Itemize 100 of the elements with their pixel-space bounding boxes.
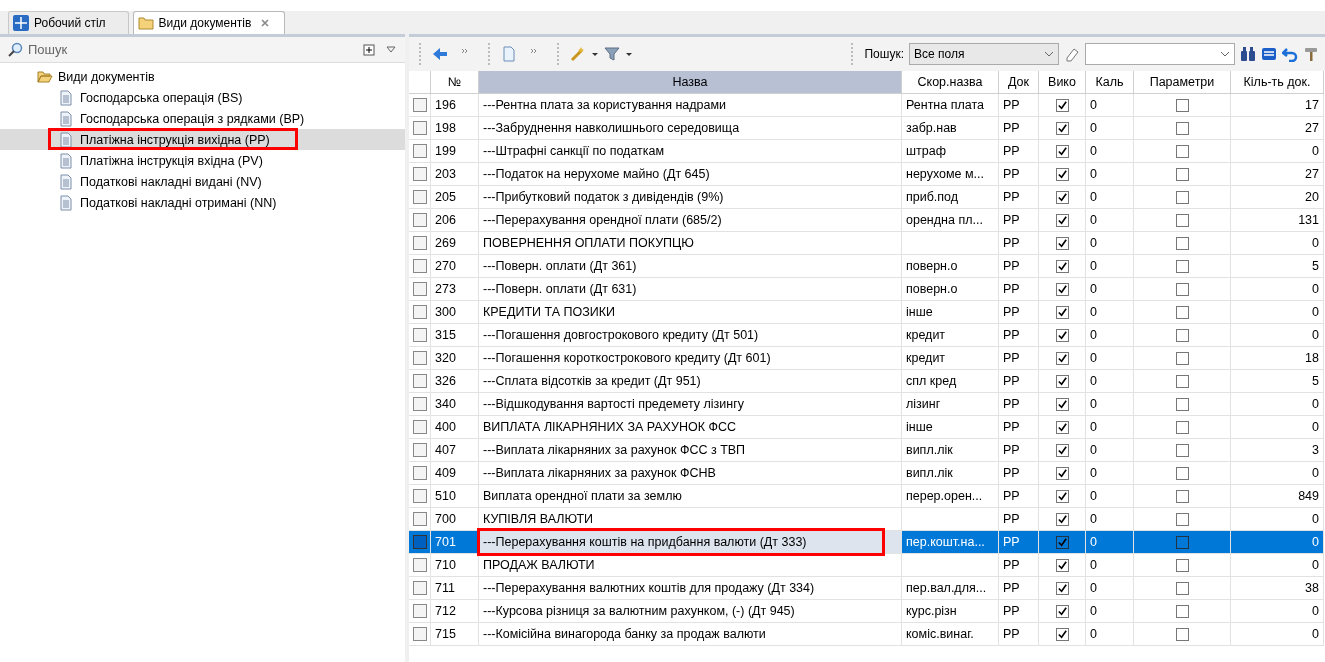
row-selector[interactable]	[412, 305, 427, 319]
checkbox[interactable]	[1175, 489, 1189, 503]
checkbox[interactable]	[1175, 328, 1189, 342]
checkbox[interactable]	[1055, 604, 1069, 618]
list-icon[interactable]	[1261, 46, 1277, 62]
binoculars-icon[interactable]	[1240, 46, 1256, 62]
checkbox[interactable]	[1055, 627, 1069, 641]
checkbox[interactable]	[1175, 167, 1189, 181]
checkbox[interactable]	[1175, 443, 1189, 457]
checkbox[interactable]	[1175, 535, 1189, 549]
checkbox[interactable]	[1175, 98, 1189, 112]
row-selector[interactable]	[412, 328, 427, 342]
row-selector[interactable]	[412, 190, 427, 204]
back-arrow-icon[interactable]	[432, 46, 448, 62]
row-selector[interactable]	[412, 259, 427, 273]
checkbox[interactable]	[1055, 305, 1069, 319]
row-selector[interactable]	[412, 167, 427, 181]
hammer-icon[interactable]	[1303, 46, 1319, 62]
checkbox[interactable]	[1175, 282, 1189, 296]
checkbox[interactable]	[1175, 420, 1189, 434]
checkbox[interactable]	[1175, 581, 1189, 595]
checkbox[interactable]	[1055, 420, 1069, 434]
search-scope-dropdown[interactable]: Все поля	[909, 43, 1059, 65]
checkbox[interactable]	[1175, 512, 1189, 526]
tree-item[interactable]: Платіжна інструкція вхідна (PV)	[0, 150, 405, 171]
row-selector[interactable]	[412, 374, 427, 388]
checkbox[interactable]	[1175, 627, 1189, 641]
filter-icon[interactable]	[604, 46, 620, 62]
row-selector[interactable]	[412, 351, 427, 365]
column-header[interactable]: Параметри	[1134, 71, 1231, 94]
row-selector[interactable]	[412, 558, 427, 572]
checkbox[interactable]	[1055, 535, 1069, 549]
tab[interactable]: Види документів	[132, 11, 286, 34]
more-icon[interactable]	[530, 47, 538, 55]
checkbox[interactable]	[1055, 328, 1069, 342]
checkbox[interactable]	[1175, 374, 1189, 388]
checkbox[interactable]	[1055, 489, 1069, 503]
tree-node[interactable]: Види документів	[0, 67, 405, 87]
checkbox[interactable]	[1175, 144, 1189, 158]
checkbox[interactable]	[1055, 190, 1069, 204]
row-selector[interactable]	[412, 98, 427, 112]
column-header[interactable]: Скор.назва	[902, 71, 999, 94]
column-header[interactable]: №	[431, 71, 479, 94]
checkbox[interactable]	[1055, 259, 1069, 273]
row-selector[interactable]	[412, 466, 427, 480]
checkbox[interactable]	[1055, 581, 1069, 595]
checkbox[interactable]	[1175, 259, 1189, 273]
checkbox[interactable]	[1055, 144, 1069, 158]
expand-all-icon[interactable]	[363, 43, 375, 56]
checkbox[interactable]	[1175, 236, 1189, 250]
tree-item[interactable]: Податкові накладні отримані (NN)	[0, 192, 405, 213]
tree-item[interactable]: Господарська операція з рядками (BP)	[0, 108, 405, 129]
checkbox[interactable]	[1055, 282, 1069, 296]
row-selector[interactable]	[412, 236, 427, 250]
column-header[interactable]: Назва	[479, 71, 902, 94]
checkbox[interactable]	[1175, 305, 1189, 319]
row-selector[interactable]	[412, 627, 427, 641]
undo-icon[interactable]	[1282, 46, 1298, 62]
caret-icon[interactable]	[625, 50, 633, 58]
checkbox[interactable]	[1055, 236, 1069, 250]
checkbox[interactable]	[1055, 98, 1069, 112]
row-selector[interactable]	[412, 581, 427, 595]
checkbox[interactable]	[1055, 374, 1069, 388]
checkbox[interactable]	[1055, 397, 1069, 411]
search-field[interactable]	[1085, 43, 1235, 65]
checkbox[interactable]	[1055, 351, 1069, 365]
checkbox[interactable]	[1175, 558, 1189, 572]
checkbox[interactable]	[1055, 121, 1069, 135]
more-icon[interactable]	[461, 47, 469, 55]
checkbox[interactable]	[1055, 213, 1069, 227]
tab[interactable]: Робочий стіл	[8, 11, 129, 34]
row-selector[interactable]	[412, 121, 427, 135]
row-selector[interactable]	[412, 420, 427, 434]
row-selector[interactable]	[412, 535, 427, 549]
checkbox[interactable]	[1175, 190, 1189, 204]
row-selector[interactable]	[412, 604, 427, 618]
column-header[interactable]: Кіль-ть док.	[1231, 71, 1324, 94]
row-selector[interactable]	[412, 144, 427, 158]
wand-icon[interactable]	[570, 46, 586, 62]
row-selector[interactable]	[412, 213, 427, 227]
row-selector[interactable]	[412, 489, 427, 503]
checkbox[interactable]	[1175, 466, 1189, 480]
column-header[interactable]: Док	[999, 71, 1039, 94]
row-selector[interactable]	[412, 397, 427, 411]
checkbox[interactable]	[1055, 466, 1069, 480]
checkbox[interactable]	[1175, 213, 1189, 227]
column-header[interactable]: Вико	[1039, 71, 1086, 94]
checkbox[interactable]	[1175, 604, 1189, 618]
checkbox[interactable]	[1055, 167, 1069, 181]
caret-icon[interactable]	[591, 50, 599, 58]
checkbox[interactable]	[1055, 443, 1069, 457]
eraser-icon[interactable]	[1064, 46, 1080, 62]
tree-item[interactable]: Господарська операція (BS)	[0, 87, 405, 108]
checkbox[interactable]	[1175, 351, 1189, 365]
checkbox[interactable]	[1055, 558, 1069, 572]
close-icon[interactable]	[260, 18, 271, 28]
column-header[interactable]: Каль	[1086, 71, 1134, 94]
checkbox[interactable]	[1055, 512, 1069, 526]
row-selector[interactable]	[412, 282, 427, 296]
checkbox[interactable]	[1175, 397, 1189, 411]
